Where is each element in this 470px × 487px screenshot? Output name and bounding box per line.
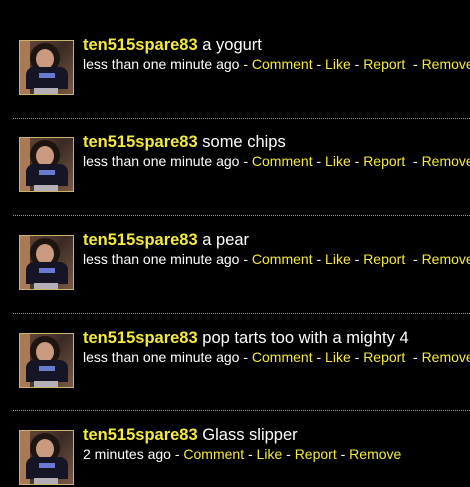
post-meta: less than one minute ago - Comment - Lik…	[83, 56, 470, 73]
separator: -	[239, 251, 252, 267]
status-message: Glass slipper	[202, 426, 298, 444]
remove-link[interactable]: Remove	[422, 349, 470, 365]
post-headline: ten515spare83 a yogurt	[83, 35, 262, 55]
separator: -	[405, 349, 422, 365]
status-message: a pear	[202, 231, 250, 249]
report-link[interactable]: Report	[363, 56, 405, 72]
timestamp: 2 minutes ago	[83, 446, 171, 462]
status-message: some chips	[202, 133, 286, 151]
separator: -	[239, 153, 252, 169]
like-link[interactable]: Like	[325, 349, 351, 365]
like-link[interactable]: Like	[325, 56, 351, 72]
feed-post: ten515spare83 a pear less than one minut…	[0, 195, 470, 292]
remove-link[interactable]: Remove	[349, 446, 401, 462]
remove-link[interactable]: Remove	[422, 56, 470, 72]
separator: -	[405, 153, 422, 169]
timestamp: less than one minute ago	[83, 56, 240, 72]
separator: -	[282, 446, 295, 462]
username-link[interactable]: ten515spare83	[83, 36, 198, 54]
feed-post: ten515spare83 Glass slipper 2 minutes ag…	[0, 390, 470, 487]
comment-link[interactable]: Comment	[252, 349, 313, 365]
timestamp: less than one minute ago	[83, 153, 240, 169]
report-link[interactable]: Report	[363, 349, 405, 365]
separator: -	[405, 56, 422, 72]
separator: -	[312, 56, 326, 72]
separator: -	[350, 251, 364, 267]
post-headline: ten515spare83 Glass slipper	[83, 425, 298, 445]
status-message: a yogurt	[202, 36, 262, 54]
comment-link[interactable]: Comment	[252, 251, 313, 267]
username-link[interactable]: ten515spare83	[83, 426, 198, 444]
feed-post: ten515spare83 a yogurt less than one min…	[0, 0, 470, 97]
remove-link[interactable]: Remove	[422, 251, 470, 267]
report-link[interactable]: Report	[363, 251, 405, 267]
separator: -	[170, 446, 184, 462]
feed-post: ten515spare83 some chips less than one m…	[0, 97, 470, 194]
separator: -	[336, 446, 350, 462]
post-meta: less than one minute ago - Comment - Lik…	[83, 153, 470, 170]
post-headline: ten515spare83 a pear	[83, 230, 249, 250]
separator: -	[350, 153, 364, 169]
post-meta: less than one minute ago - Comment - Lik…	[83, 349, 470, 366]
post-meta: 2 minutes ago - Comment - Like - Report …	[83, 446, 401, 463]
separator: -	[239, 349, 252, 365]
like-link[interactable]: Like	[257, 446, 283, 462]
like-link[interactable]: Like	[325, 251, 351, 267]
report-link[interactable]: Report	[363, 153, 405, 169]
separator: -	[244, 446, 257, 462]
timestamp: less than one minute ago	[83, 349, 240, 365]
feed-post: ten515spare83 pop tarts too with a might…	[0, 293, 470, 390]
avatar[interactable]	[19, 430, 74, 485]
avatar[interactable]	[19, 333, 74, 388]
status-message: pop tarts too with a mighty 4	[202, 329, 409, 347]
post-headline: ten515spare83 pop tarts too with a might…	[83, 328, 409, 348]
username-link[interactable]: ten515spare83	[83, 133, 198, 151]
comment-link[interactable]: Comment	[252, 56, 313, 72]
separator: -	[405, 251, 422, 267]
username-link[interactable]: ten515spare83	[83, 231, 198, 249]
separator: -	[350, 349, 364, 365]
like-link[interactable]: Like	[325, 153, 351, 169]
remove-link[interactable]: Remove	[422, 153, 470, 169]
comment-link[interactable]: Comment	[252, 153, 313, 169]
comment-link[interactable]: Comment	[183, 446, 244, 462]
post-headline: ten515spare83 some chips	[83, 132, 286, 152]
separator: -	[312, 153, 326, 169]
avatar[interactable]	[19, 137, 74, 192]
timestamp: less than one minute ago	[83, 251, 240, 267]
avatar[interactable]	[19, 40, 74, 95]
avatar[interactable]	[19, 235, 74, 290]
username-link[interactable]: ten515spare83	[83, 329, 198, 347]
report-link[interactable]: Report	[295, 446, 337, 462]
post-meta: less than one minute ago - Comment - Lik…	[83, 251, 470, 268]
separator: -	[312, 251, 326, 267]
separator: -	[239, 56, 252, 72]
separator: -	[350, 56, 364, 72]
separator: -	[312, 349, 326, 365]
